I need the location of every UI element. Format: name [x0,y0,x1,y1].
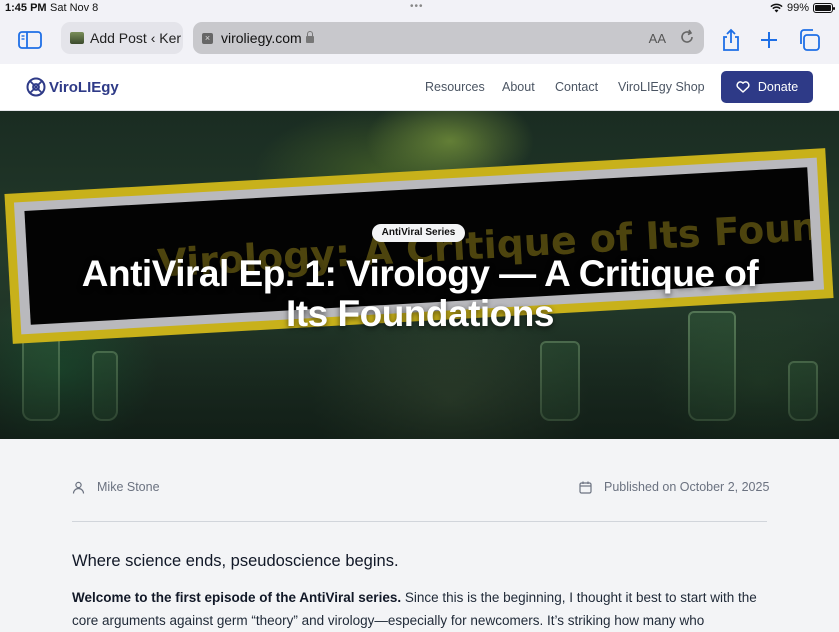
share-icon[interactable] [717,26,745,54]
site-logo[interactable]: ViroLIEgy [26,77,119,97]
post-title: AntiViral Ep. 1: Virology — A Critique o… [81,253,759,334]
author-meta: Mike Stone [72,480,160,494]
url-text: viroliegy.com [221,30,302,46]
tab-favicon [70,32,84,44]
status-date: Sat Nov 8 [50,2,99,14]
address-bar[interactable]: × viroliegy.com AA [193,22,704,54]
meta-divider [72,521,767,522]
heart-icon [736,81,750,93]
tabs-overview-icon[interactable] [795,26,823,54]
reader-aa-button[interactable]: AA [649,31,666,46]
new-tab-plus-icon[interactable] [755,26,783,54]
user-icon [72,481,85,494]
site-favicon: × [202,32,213,44]
logo-text: ViroLIEgy [49,78,119,96]
nav-shop[interactable]: ViroLIEgy Shop [618,80,705,94]
tab-add-post[interactable]: Add Post ‹ Ker [61,22,183,54]
battery-percent: 99% [786,2,809,14]
lock-icon [305,31,314,43]
donate-label: Donate [757,80,799,94]
donate-button[interactable]: Donate [721,71,813,103]
battery-icon [813,3,835,13]
virus-logo-icon [26,77,46,97]
nav-contact[interactable]: Contact [555,80,598,94]
published-date: Published on October 2, 2025 [604,480,770,494]
status-right: 99% [770,2,835,14]
reload-icon[interactable] [678,28,696,49]
nav-resources[interactable]: Resources [425,80,485,94]
tab-title: Add Post ‹ Ker [90,30,182,46]
status-bar: 1:45 PM Sat Nov 8 ••• 99% [0,0,839,16]
browser-toolbar: Add Post ‹ Ker × viroliegy.com AA [0,16,839,64]
site-header: ViroLIEgy Resources About Contact ViroLI… [0,64,839,111]
calendar-icon [579,481,592,494]
status-time: 1:45 PM [5,2,47,14]
published-meta: Published on October 2, 2025 [579,480,769,494]
article-paragraph: Welcome to the first episode of the Anti… [72,586,772,632]
nav-about[interactable]: About [502,80,535,94]
intro-bold: Welcome to the first episode of the Anti… [72,590,402,605]
sidebar-toggle-icon[interactable] [16,26,44,54]
wifi-icon [770,3,783,13]
article-subheading: Where science ends, pseudoscience begins… [72,552,399,570]
author-name[interactable]: Mike Stone [97,480,160,494]
series-badge[interactable]: AntiViral Series [372,224,465,242]
multitasking-dots[interactable]: ••• [410,1,424,12]
